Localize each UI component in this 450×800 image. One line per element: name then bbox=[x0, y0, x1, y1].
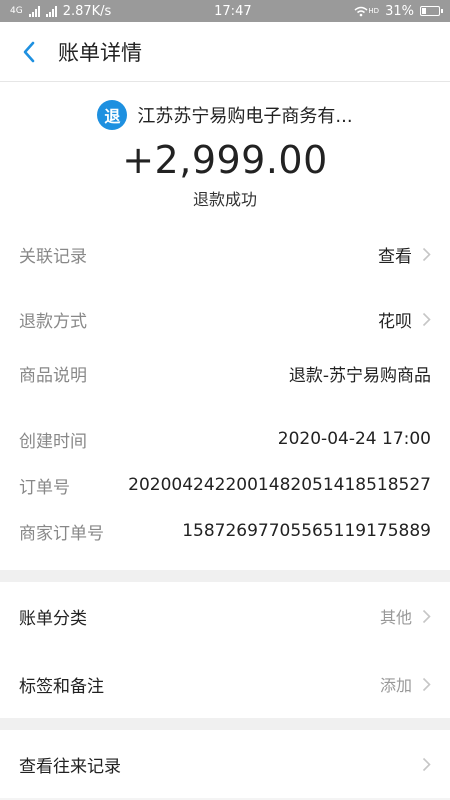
status-bar: 4G 2.87K/s 17:47 HD 31% bbox=[0, 0, 450, 22]
order-number-value: 2020042422001482051418518527 bbox=[128, 475, 431, 495]
transaction-status: 退款成功 bbox=[192, 190, 257, 209]
section-divider bbox=[0, 570, 450, 582]
bill-detail-card: 退 江苏苏宁易购电子商务有... +2,999.00 退款成功 关联记录 查看 … bbox=[0, 82, 450, 570]
created-time-row: 创建时间 2020-04-24 17:00 bbox=[0, 416, 450, 462]
back-arrow-icon bbox=[23, 41, 35, 62]
merchant-order-value: 15872697705565119175889 bbox=[182, 521, 431, 541]
wifi-label: HD bbox=[368, 7, 380, 15]
page-title: 账单详情 bbox=[58, 40, 142, 65]
refund-method-value: 花呗 bbox=[378, 311, 412, 332]
nav-bar: 账单详情 bbox=[0, 22, 450, 82]
refund-icon: 退 bbox=[97, 100, 128, 130]
order-number-row: 订单号 2020042422001482051418518527 bbox=[0, 462, 450, 508]
related-records-row[interactable]: 关联记录 查看 bbox=[0, 222, 450, 286]
chevron-right-icon bbox=[422, 247, 431, 261]
merchant-row: 退 江苏苏宁易购电子商务有... bbox=[0, 100, 450, 130]
detail-label: 退款方式 bbox=[19, 311, 87, 332]
wifi-icon: HD bbox=[354, 6, 379, 17]
back-button[interactable] bbox=[0, 22, 58, 82]
signal-icon bbox=[28, 5, 40, 17]
merchant-order-row: 商家订单号 15872697705565119175889 bbox=[0, 508, 450, 554]
refund-method-row[interactable]: 退款方式 花呗 bbox=[0, 286, 450, 352]
status-time: 17:47 bbox=[214, 3, 252, 19]
classification-section: 账单分类 其他 标签和备注 添加 bbox=[0, 582, 450, 718]
detail-label: 关联记录 bbox=[19, 246, 87, 267]
tags-notes-label: 标签和备注 bbox=[19, 676, 104, 697]
created-time-value: 2020-04-24 17:00 bbox=[277, 429, 431, 449]
bill-header: 退 江苏苏宁易购电子商务有... +2,999.00 退款成功 bbox=[0, 82, 450, 222]
history-section: 查看往来记录 bbox=[0, 730, 450, 798]
amount: +2,999.00 bbox=[122, 138, 328, 182]
detail-label: 商家订单号 bbox=[19, 523, 104, 544]
product-desc-row: 商品说明 退款-苏宁易购商品 bbox=[0, 352, 450, 394]
tags-notes-row[interactable]: 标签和备注 添加 bbox=[0, 650, 450, 718]
merchant-name: 江苏苏宁易购电子商务有... bbox=[137, 106, 353, 127]
view-history-row[interactable]: 查看往来记录 bbox=[0, 730, 450, 798]
detail-label: 创建时间 bbox=[19, 431, 87, 452]
bill-category-label: 账单分类 bbox=[19, 608, 87, 629]
section-divider bbox=[0, 718, 450, 730]
chevron-right-icon bbox=[422, 677, 431, 691]
network-label: 4G bbox=[10, 6, 23, 16]
chevron-right-icon bbox=[422, 312, 431, 326]
signal-icon-2 bbox=[45, 5, 57, 17]
network-speed: 2.87K/s bbox=[62, 3, 112, 19]
bill-category-row[interactable]: 账单分类 其他 bbox=[0, 582, 450, 650]
battery-icon bbox=[419, 6, 443, 16]
product-desc-value: 退款-苏宁易购商品 bbox=[288, 365, 431, 386]
tags-notes-add: 添加 bbox=[379, 676, 412, 695]
chevron-right-icon bbox=[422, 757, 431, 771]
chevron-right-icon bbox=[422, 609, 431, 623]
related-records-link[interactable]: 查看 bbox=[378, 242, 412, 267]
bill-category-value: 其他 bbox=[379, 608, 412, 627]
battery-percent: 31% bbox=[385, 3, 414, 19]
detail-label: 订单号 bbox=[19, 477, 70, 498]
view-history-label: 查看往来记录 bbox=[19, 756, 121, 777]
detail-label: 商品说明 bbox=[19, 365, 87, 386]
